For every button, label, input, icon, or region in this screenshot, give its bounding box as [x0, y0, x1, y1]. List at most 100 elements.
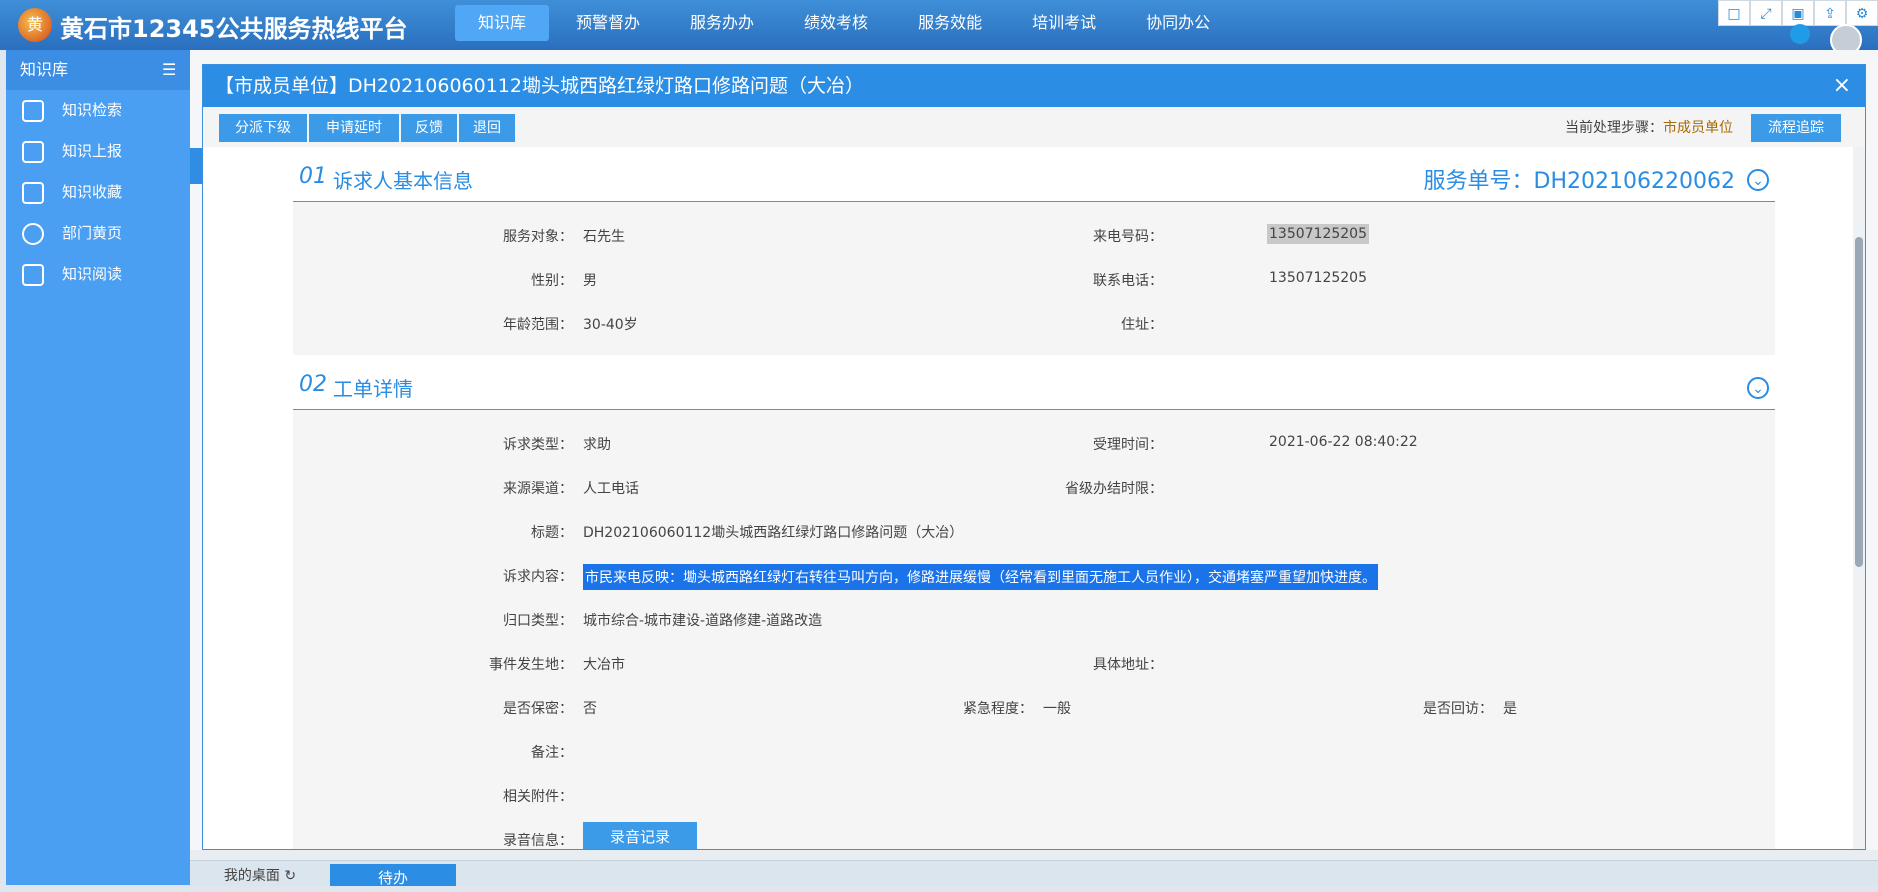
bookmark-icon	[22, 181, 44, 204]
field-label: 诉求类型：	[503, 437, 573, 453]
top-bar: 黄 黄石市12345公共服务热线平台 知识库 预警督办 服务办办 绩效考核 服务…	[0, 0, 1878, 56]
tab-desktop[interactable]: 我的桌面 ↻	[190, 861, 330, 886]
field-label: 住址：	[1121, 317, 1163, 333]
nav-item-collab[interactable]: 协同办公	[1123, 5, 1233, 41]
bottom-tab-bar: 我的桌面 ↻ 待办	[190, 860, 1878, 887]
nav-item-efficiency[interactable]: 服务效能	[895, 5, 1005, 41]
feedback-button[interactable]: 反馈	[401, 114, 457, 142]
field-label: 性别：	[531, 273, 573, 289]
recording-button[interactable]: 录音记录	[583, 822, 697, 849]
field-label: 联系电话：	[1093, 273, 1163, 289]
section-number: 02	[299, 372, 327, 397]
sidebar: 知识库 ☰ 知识检索 知识上报 知识收藏 部门黄页 知识阅读	[6, 50, 190, 885]
field-value: 2021-06-22 08:40:22	[1269, 434, 1418, 450]
step-value: 市成员单位	[1663, 120, 1733, 136]
nav-item-warning[interactable]: 预警督办	[553, 5, 663, 41]
field-label: 事件发生地：	[489, 657, 573, 673]
field-label: 具体地址：	[1093, 657, 1163, 673]
save-icon[interactable]: ▣	[1782, 0, 1814, 26]
window-controls: □ ⤢ ▣ ⇪ ⚙	[1718, 0, 1878, 26]
section-order-header: 02 工单详情 ⌄	[293, 355, 1775, 410]
section-applicant-body: 服务对象： 石先生 来电号码： 13507125205 性别： 男 联系电话： …	[293, 202, 1775, 359]
field-label: 紧急程度：	[963, 701, 1033, 717]
app-title: 黄石市12345公共服务热线平台	[60, 15, 408, 43]
nav-item-service[interactable]: 服务办办	[667, 5, 777, 41]
field-value: 石先生	[583, 229, 625, 245]
sidebar-item-report[interactable]: 知识上报	[6, 131, 190, 172]
extend-button[interactable]: 申请延时	[309, 114, 399, 142]
field-label: 来源渠道：	[503, 481, 573, 497]
sidebar-item-label: 知识收藏	[62, 183, 123, 201]
field-label: 相关附件：	[503, 789, 573, 805]
field-label: 年龄范围：	[503, 317, 573, 333]
field-value: 大冶市	[583, 657, 625, 673]
search-doc-icon	[22, 99, 44, 122]
dialog-content: 01 诉求人基本信息 服务单号：DH202106220062 ⌄ 服务对象： 石…	[203, 147, 1853, 849]
sidebar-item-search[interactable]: 知识检索	[6, 90, 190, 131]
book-icon	[22, 263, 44, 286]
settings-icon[interactable]: ⚙	[1846, 0, 1878, 26]
work-order-dialog: 【市成员单位】DH202106060112墈头城西路红绿灯路口修路问题（大冶） …	[202, 64, 1866, 850]
section-applicant-header: 01 诉求人基本信息 服务单号：DH202106220062 ⌄	[293, 147, 1775, 202]
collapse-icon[interactable]: ⌄	[1747, 169, 1769, 191]
sidebar-item-reading[interactable]: 知识阅读	[6, 254, 190, 295]
sidebar-item-directory[interactable]: 部门黄页	[6, 213, 190, 254]
service-number: 服务单号：DH202106220062	[1423, 169, 1735, 194]
field-value: 男	[583, 273, 597, 289]
process-trace-button[interactable]: 流程追踪	[1751, 114, 1841, 142]
field-label: 标题：	[531, 525, 573, 541]
export-icon[interactable]: ⇪	[1814, 0, 1846, 26]
dialog-title: 【市成员单位】DH202106060112墈头城西路红绿灯路口修路问题（大冶）	[215, 75, 864, 97]
tab-label: 我的桌面	[223, 868, 280, 884]
return-button[interactable]: 退回	[459, 114, 515, 142]
field-label: 是否保密：	[503, 701, 573, 717]
sidebar-item-favorites[interactable]: 知识收藏	[6, 172, 190, 213]
sidebar-header: 知识库 ☰	[6, 50, 190, 90]
field-label: 省级办结时限：	[1065, 481, 1163, 497]
field-value: 13507125205	[1269, 270, 1367, 286]
upload-icon	[22, 140, 44, 163]
field-label: 是否回访：	[1423, 701, 1493, 717]
notification-icon[interactable]	[1790, 24, 1810, 44]
section-title: 诉求人基本信息	[333, 169, 473, 193]
nav-item-performance[interactable]: 绩效考核	[781, 5, 891, 41]
field-value: DH202106060112墈头城西路红绿灯路口修路问题（大冶）	[583, 525, 964, 541]
scroll-thumb[interactable]	[1855, 237, 1863, 567]
field-value: 是	[1503, 701, 1517, 717]
dialog-toolbar: 分派下级 申请延时 反馈 退回 当前处理步骤：市成员单位 流程追踪	[203, 107, 1865, 148]
field-value: 一般	[1043, 701, 1071, 717]
dialog-scrollbar[interactable]	[1853, 147, 1865, 849]
field-value: 城市综合-城市建设-道路修建-道路改造	[583, 613, 823, 629]
dispatch-button[interactable]: 分派下级	[219, 114, 307, 142]
sidebar-item-label: 部门黄页	[62, 224, 123, 242]
field-label: 服务对象：	[503, 229, 573, 245]
field-label: 录音信息：	[503, 833, 573, 849]
tab-todo[interactable]: 待办	[330, 864, 456, 887]
current-step: 当前处理步骤：市成员单位	[1565, 114, 1733, 142]
fullscreen-icon[interactable]: ⤢	[1750, 0, 1782, 26]
field-value: 否	[583, 701, 597, 717]
field-label: 来电号码：	[1093, 229, 1163, 245]
refresh-icon[interactable]: ↻	[284, 868, 296, 884]
logo-icon: 黄	[18, 8, 52, 42]
field-value: 市民来电反映：墈头城西路红绿灯右转往马叫方向，修路进展缓慢（经常看到里面无施工人…	[583, 564, 1378, 590]
menu-toggle-icon[interactable]: ☰	[162, 62, 182, 78]
nav-item-knowledge[interactable]: 知识库	[455, 5, 550, 41]
section-title: 工单详情	[333, 377, 413, 401]
section-order-body: 诉求类型： 求助 受理时间： 2021-06-22 08:40:22 来源渠道：…	[293, 410, 1775, 849]
field-label: 诉求内容：	[503, 569, 573, 585]
field-value: 求助	[583, 437, 611, 453]
field-value: 13507125205	[1267, 224, 1369, 244]
nav-item-training[interactable]: 培训考试	[1009, 5, 1119, 41]
field-label: 归口类型：	[503, 613, 573, 629]
collapse-icon[interactable]: ⌄	[1747, 377, 1769, 399]
dialog-header: 【市成员单位】DH202106060112墈头城西路红绿灯路口修路问题（大冶） …	[203, 65, 1865, 107]
horizontal-scrollbar[interactable]	[190, 850, 1878, 860]
main-nav: 知识库 预警督办 服务办办 绩效考核 服务效能 培训考试 协同办公	[455, 5, 1237, 45]
restore-icon[interactable]: □	[1718, 0, 1750, 26]
close-icon[interactable]: ×	[1833, 65, 1851, 107]
background-accent	[190, 148, 202, 184]
field-value: 30-40岁	[583, 317, 638, 333]
section-number: 01	[299, 164, 327, 189]
field-label: 备注：	[531, 745, 573, 761]
